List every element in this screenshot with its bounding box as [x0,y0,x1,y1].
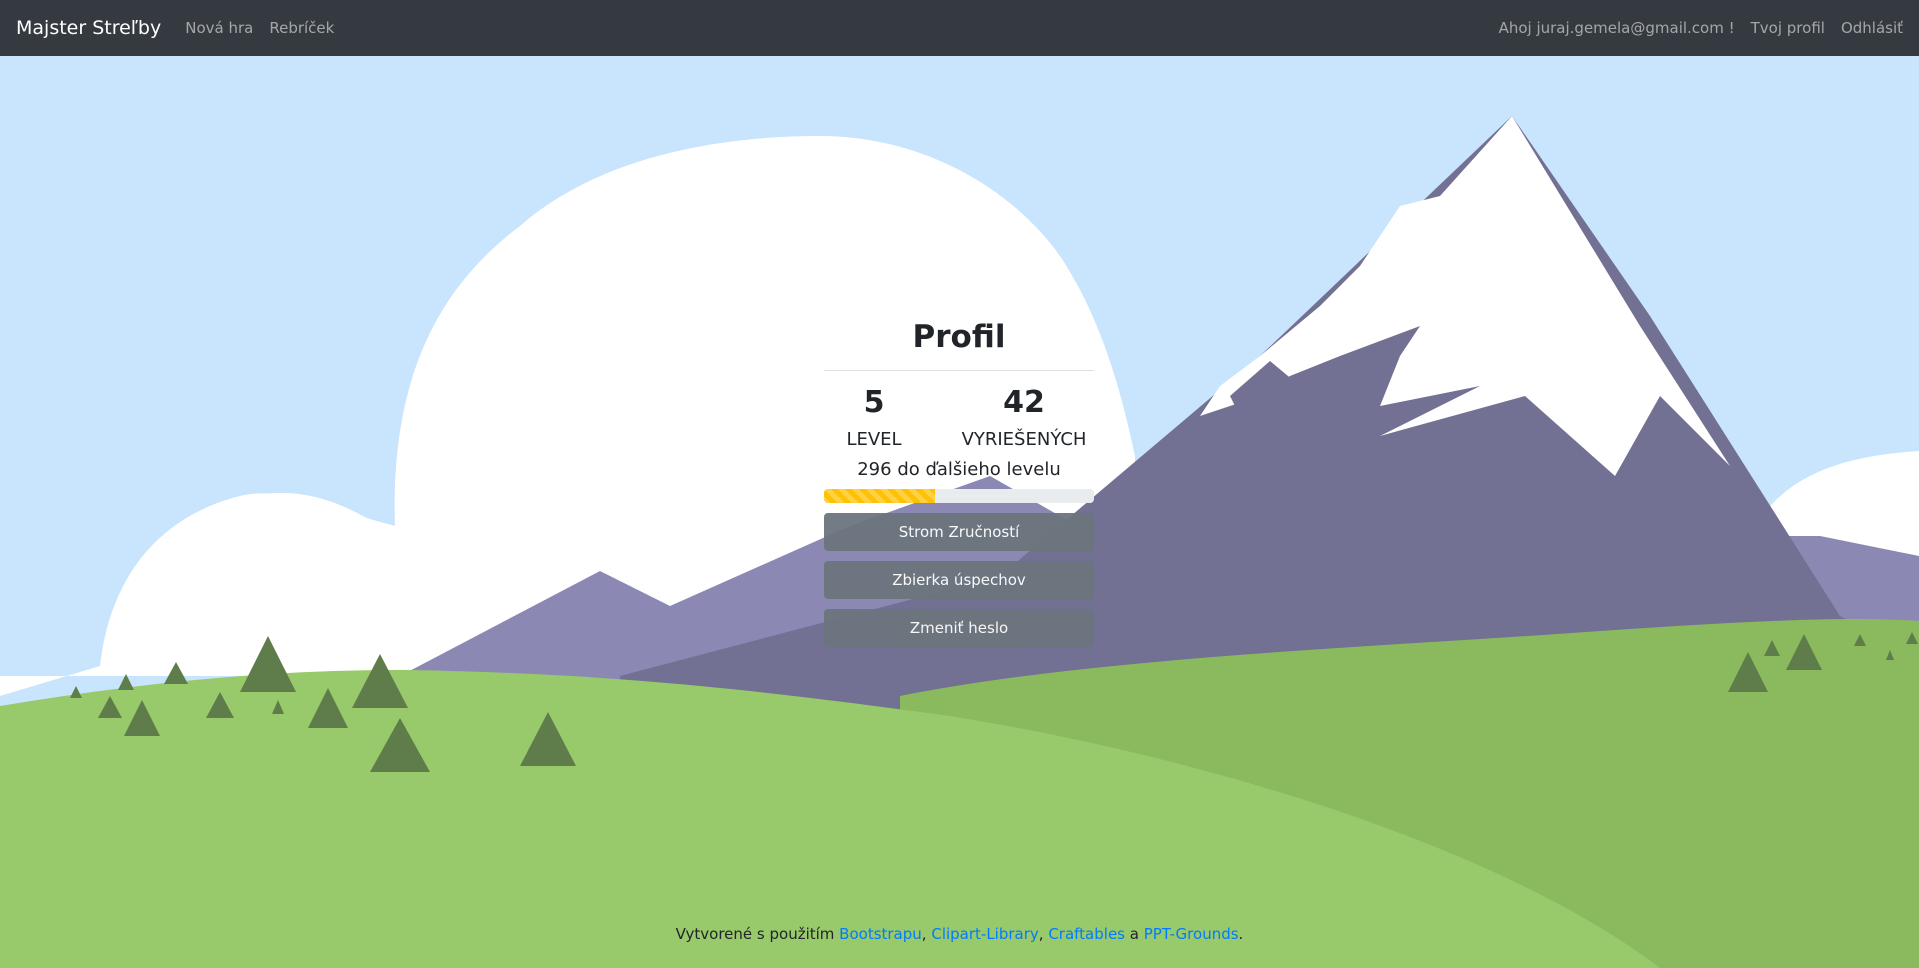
footer: Vytvorené s použitím Bootstrapu, Clipart… [0,925,1919,943]
profile-stats: 5 LEVEL 42 VYRIEŠENÝCH [824,383,1094,453]
footer-link-craftables[interactable]: Craftables [1048,925,1125,943]
nav-link-profile[interactable]: Tvoj profil [1751,19,1825,37]
footer-suffix: . [1238,925,1244,943]
profile-card: Profil 5 LEVEL 42 VYRIEŠENÝCH 296 do ďal… [824,312,1094,647]
brand-logo[interactable]: Majster Streľby [16,17,161,39]
nav-link-logout[interactable]: Odhlásiť [1841,19,1903,37]
level-label: LEVEL [846,429,902,450]
change-password-button[interactable]: Zmeniť heslo [824,609,1094,647]
level-progress-bar [824,489,935,503]
footer-prefix: Vytvorené s použitím [675,925,840,943]
level-stat: 5 LEVEL [824,383,924,453]
user-greeting: Ahoj juraj.gemela@gmail.com ! [1498,19,1735,37]
footer-separator: a [1124,925,1144,943]
title-divider [824,370,1094,371]
solved-stat: 42 VYRIEŠENÝCH [954,383,1094,453]
nav-link-leaderboard[interactable]: Rebríček [269,19,334,37]
nav-link-new-game[interactable]: Nová hra [185,19,253,37]
footer-separator: , [1038,925,1049,943]
footer-link-bootstrap[interactable]: Bootstrapu [839,925,922,943]
footer-link-clipart-library[interactable]: Clipart-Library [931,925,1038,943]
solved-label: VYRIEŠENÝCH [961,429,1087,450]
profile-title: Profil [912,319,1006,355]
skill-tree-button[interactable]: Strom Zručností [824,513,1094,551]
solved-value: 42 [1003,385,1045,420]
navbar-user-area: Ahoj juraj.gemela@gmail.com ! Tvoj profi… [1483,19,1903,37]
navbar: Majster Streľby Nová hra Rebríček Ahoj j… [0,0,1919,56]
footer-separator: , [921,925,932,943]
level-value: 5 [863,385,885,420]
footer-link-ppt-grounds[interactable]: PPT-Grounds [1144,925,1239,943]
level-progress [824,489,1094,503]
next-level-text: 296 do ďalšieho levelu [857,459,1061,480]
achievements-button[interactable]: Zbierka úspechov [824,561,1094,599]
